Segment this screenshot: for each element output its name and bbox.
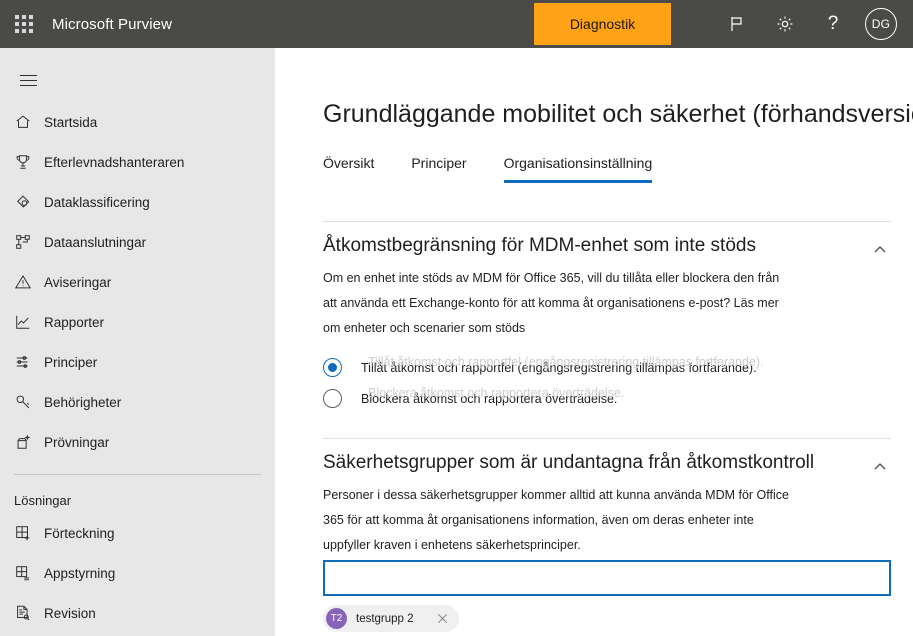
sidebar-item-label: Principer <box>44 354 98 370</box>
sidebar-item-label: Behörigheter <box>44 394 122 410</box>
page-title: Grundläggande mobilitet och säkerhet (fö… <box>323 100 913 128</box>
sidebar-item-label: Prövningar <box>44 434 110 450</box>
section-header: Åtkomstbegränsning för MDM-enhet som int… <box>323 235 891 261</box>
sidebar-group-title: Lösningar <box>14 492 72 508</box>
trial-box-icon <box>14 432 44 452</box>
sidebar-item-behorigheter[interactable]: Behörigheter <box>0 382 275 422</box>
sidebar-item-principer[interactable]: Principer <box>0 342 275 382</box>
hamburger-menu-icon[interactable] <box>6 58 50 102</box>
hierarchy-icon <box>14 232 44 252</box>
catalog-add-icon <box>14 523 44 543</box>
sidebar-item-startsida[interactable]: Startsida <box>0 102 275 142</box>
sidebar-item-label: Appstyrning <box>44 565 116 581</box>
sidebar-item-forteckning[interactable]: Förteckning <box>0 513 275 553</box>
audit-doc-icon <box>14 603 44 623</box>
app-governance-icon <box>14 563 44 583</box>
sidebar-divider <box>14 474 261 475</box>
section-title: Säkerhetsgrupper som är undantagna från … <box>323 452 815 473</box>
list-item[interactable]: T2 testgrupp 2 <box>323 605 459 632</box>
section-exempt-security-groups: Säkerhetsgrupper som är undantagna från … <box>275 452 913 632</box>
sidebar-item-appstyrning[interactable]: Appstyrning <box>0 553 275 593</box>
section-mdm-access-restriction: Åtkomstbegränsning för MDM-enhet som int… <box>275 235 913 414</box>
chevron-up-icon[interactable] <box>869 456 891 478</box>
radio-indicator <box>323 389 342 408</box>
radio-label: Blockera åtkomst och rapportera överträd… <box>361 391 618 406</box>
sidebar-item-dataanslutningar[interactable]: Dataanslutningar <box>0 222 275 262</box>
avatar: T2 <box>326 608 347 629</box>
user-avatar-button[interactable]: DG <box>857 0 905 48</box>
gear-icon[interactable] <box>761 0 809 48</box>
sidebar-item-efterlevnadshanteraren[interactable]: Efterlevnadshanteraren <box>0 142 275 182</box>
line-chart-icon <box>14 312 44 332</box>
radio-indicator <box>323 358 342 377</box>
sidebar-item-label: Dataklassificering <box>44 194 150 210</box>
main-content: Grundläggande mobilitet och säkerhet (fö… <box>275 48 913 636</box>
tab-list: Översikt Principer Organisationsinställn… <box>323 155 913 183</box>
section-description: Om en enhet inte stöds av MDM för Office… <box>323 271 780 335</box>
radio-allow-access[interactable]: Tillåt åtkomst och rapportfel (engångsre… <box>323 352 891 383</box>
close-icon[interactable] <box>434 610 452 628</box>
sidebar-item-rapporter[interactable]: Rapporter <box>0 302 275 342</box>
diagnostik-button[interactable]: Diagnostik <box>534 3 671 45</box>
radio-block-access[interactable]: Blockera åtkomst och rapportera överträd… <box>323 383 891 414</box>
sliders-icon <box>14 352 44 372</box>
suite-title: Microsoft Purview <box>52 15 173 33</box>
sidebar: Startsida Efterlevnadshanteraren Datakla… <box>0 48 275 636</box>
sidebar-item-label: Efterlevnadshanteraren <box>44 154 185 170</box>
waffle-icon <box>15 15 33 33</box>
trophy-icon <box>14 152 44 172</box>
chevron-up-icon[interactable] <box>869 239 891 261</box>
radio-label: Tillåt åtkomst och rapportfel (engångsre… <box>361 360 757 375</box>
app-launcher-button[interactable] <box>0 0 48 48</box>
section-header: Säkerhetsgrupper som är undantagna från … <box>323 452 891 478</box>
sidebar-item-label: Revision <box>44 605 96 621</box>
radio-group-access-restriction: Tillåt åtkomst och rapportfel (engångsre… <box>323 352 891 414</box>
sidebar-item-label: Aviseringar <box>44 274 112 290</box>
security-group-picker-input[interactable] <box>323 560 891 596</box>
sidebar-item-aviseringar[interactable]: Aviseringar <box>0 262 275 302</box>
sidebar-item-revision[interactable]: Revision <box>0 593 275 633</box>
suite-icon-group: ? DG <box>713 0 905 48</box>
key-icon <box>14 392 44 412</box>
warning-triangle-icon <box>14 272 44 292</box>
tab-oversikt[interactable]: Översikt <box>323 155 374 183</box>
avatar: DG <box>865 8 897 40</box>
content-divider-top <box>323 221 891 222</box>
feedback-flag-icon[interactable] <box>713 0 761 48</box>
suite-bar: Microsoft Purview Diagnostik ? DG <box>0 0 913 48</box>
sidebar-item-label: Startsida <box>44 114 98 130</box>
selected-groups-list: T2 testgrupp 2 <box>323 605 891 632</box>
tab-principer[interactable]: Principer <box>411 155 466 183</box>
help-icon[interactable]: ? <box>809 0 857 48</box>
sidebar-item-label: Dataanslutningar <box>44 234 147 250</box>
home-icon <box>14 112 44 132</box>
content-divider-middle <box>323 438 891 439</box>
sidebar-item-provningar[interactable]: Prövningar <box>0 422 275 462</box>
tab-organisationsinstallning[interactable]: Organisationsinställning <box>503 155 653 183</box>
tag-icon <box>14 192 44 212</box>
sidebar-item-label: Rapporter <box>44 314 105 330</box>
sidebar-item-dataklassificering[interactable]: Dataklassificering <box>0 182 275 222</box>
section-description: Personer i dessa säkerhetsgrupper kommer… <box>323 488 789 552</box>
chip-label: testgrupp 2 <box>356 612 414 625</box>
section-title: Åtkomstbegränsning för MDM-enhet som int… <box>323 235 756 256</box>
sidebar-item-label: Förteckning <box>44 525 115 541</box>
